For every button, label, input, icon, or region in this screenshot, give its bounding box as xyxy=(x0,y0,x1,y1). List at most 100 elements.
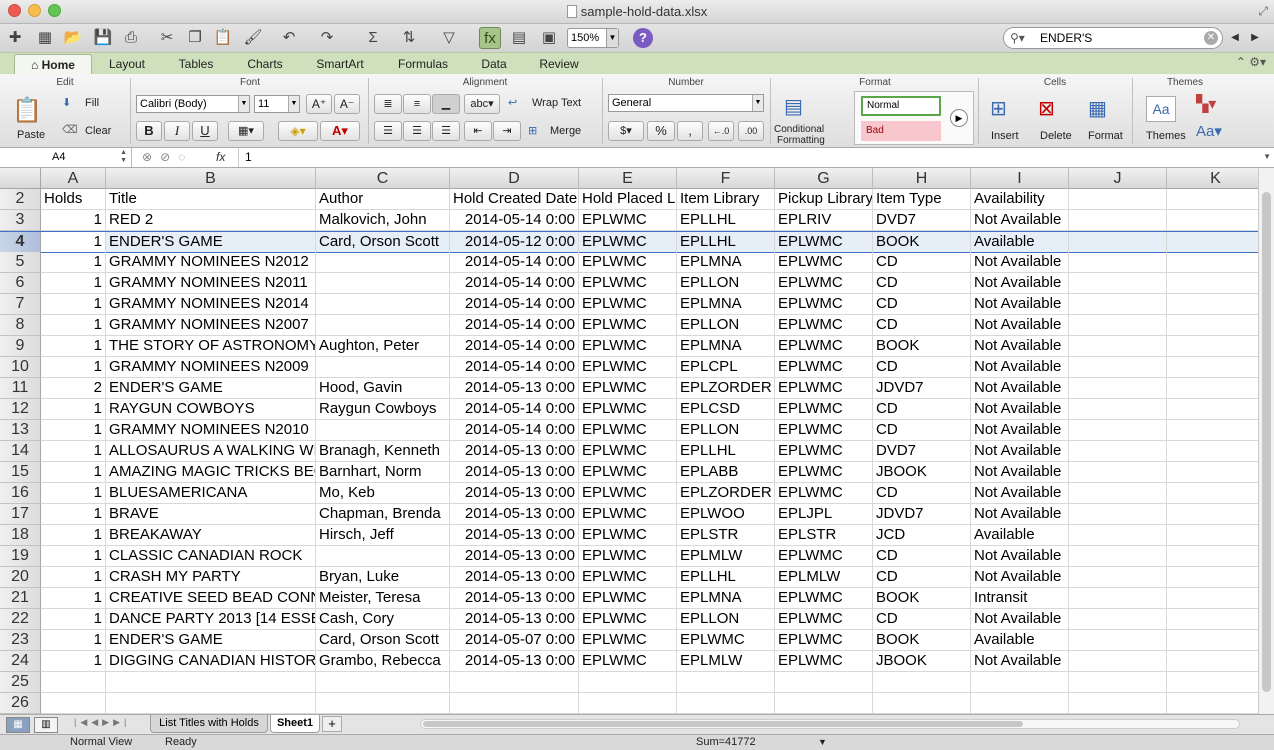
cell-k4[interactable] xyxy=(1167,232,1258,253)
cell-j24[interactable] xyxy=(1069,651,1167,672)
cell-e23[interactable]: EPLWMC xyxy=(579,630,677,651)
cell-i8[interactable]: Not Available xyxy=(971,315,1069,336)
cell-f8[interactable]: EPLLON xyxy=(677,315,775,336)
cell-a20[interactable]: 1 xyxy=(41,567,106,588)
cell-f18[interactable]: EPLSTR xyxy=(677,525,775,546)
cell-j9[interactable] xyxy=(1069,336,1167,357)
cell-a11[interactable]: 2 xyxy=(41,378,106,399)
cell-d2[interactable]: Hold Created Date xyxy=(450,189,579,210)
bold-button[interactable]: B xyxy=(136,121,162,141)
column-header-h[interactable]: H xyxy=(873,168,971,189)
tab-smartart[interactable]: SmartArt xyxy=(304,54,376,75)
theme-colors-icon[interactable]: ▚▾ xyxy=(1196,94,1216,114)
cell-b11[interactable]: ENDER'S GAME xyxy=(106,378,316,399)
cell-k16[interactable] xyxy=(1167,483,1258,504)
cell-e26[interactable] xyxy=(579,693,677,714)
print-icon[interactable]: ⎙ xyxy=(120,27,142,49)
undo-icon[interactable]: ↶ xyxy=(278,27,300,49)
cell-h11[interactable]: JDVD7 xyxy=(873,378,971,399)
increase-indent-button[interactable]: ⇥ xyxy=(493,121,521,141)
cell-k2[interactable] xyxy=(1167,189,1258,210)
cell-f6[interactable]: EPLLON xyxy=(677,273,775,294)
cell-d20[interactable]: 2014-05-13 0:00 xyxy=(450,567,579,588)
cell-g22[interactable]: EPLWMC xyxy=(775,609,873,630)
cell-d12[interactable]: 2014-05-14 0:00 xyxy=(450,399,579,420)
cell-e19[interactable]: EPLWMC xyxy=(579,546,677,567)
row-header[interactable]: 5 xyxy=(0,252,41,273)
cell-h14[interactable]: DVD7 xyxy=(873,441,971,462)
cell-c26[interactable] xyxy=(316,693,450,714)
cell-j21[interactable] xyxy=(1069,588,1167,609)
fullscreen-icon[interactable]: ⤢ xyxy=(1258,4,1268,19)
cell-j12[interactable] xyxy=(1069,399,1167,420)
cell-k17[interactable] xyxy=(1167,504,1258,525)
cell-b15[interactable]: AMAZING MAGIC TRICKS BEGI xyxy=(106,462,316,483)
scrollbar-thumb[interactable] xyxy=(1262,192,1271,692)
cell-i17[interactable]: Not Available xyxy=(971,504,1069,525)
cell-j19[interactable] xyxy=(1069,546,1167,567)
cell-f19[interactable]: EPLMLW xyxy=(677,546,775,567)
cell-j16[interactable] xyxy=(1069,483,1167,504)
cell-b5[interactable]: GRAMMY NOMINEES N2012 xyxy=(106,252,316,273)
cell-i18[interactable]: Available xyxy=(971,525,1069,546)
row-header[interactable]: 6 xyxy=(0,273,41,294)
media-browser-icon[interactable]: ▣ xyxy=(538,27,560,49)
cell-d7[interactable]: 2014-05-14 0:00 xyxy=(450,294,579,315)
column-header-j[interactable]: J xyxy=(1069,168,1167,189)
row-header[interactable]: 16 xyxy=(0,483,41,504)
fill-button[interactable]: Fill xyxy=(85,97,99,109)
cell-d4[interactable]: 2014-05-12 0:00 xyxy=(450,232,579,253)
cell-j10[interactable] xyxy=(1069,357,1167,378)
page-layout-view-button[interactable]: ▥ xyxy=(34,717,58,733)
cell-k5[interactable] xyxy=(1167,252,1258,273)
cell-j5[interactable] xyxy=(1069,252,1167,273)
cell-f22[interactable]: EPLLON xyxy=(677,609,775,630)
cell-a6[interactable]: 1 xyxy=(41,273,106,294)
cell-k26[interactable] xyxy=(1167,693,1258,714)
cell-a4[interactable]: 1 xyxy=(41,232,106,253)
cell-g17[interactable]: EPLJPL xyxy=(775,504,873,525)
cell-f11[interactable]: EPLZORDER xyxy=(677,378,775,399)
cell-c11[interactable]: Hood, Gavin xyxy=(316,378,450,399)
cell-j8[interactable] xyxy=(1069,315,1167,336)
cell-d9[interactable]: 2014-05-14 0:00 xyxy=(450,336,579,357)
cell-d8[interactable]: 2014-05-14 0:00 xyxy=(450,315,579,336)
chevron-down-icon[interactable]: ▼ xyxy=(818,735,827,750)
cell-g10[interactable]: EPLWMC xyxy=(775,357,873,378)
sheet-tab-list-titles[interactable]: List Titles with Holds xyxy=(150,715,268,733)
paste-clipboard-icon[interactable]: 📋 xyxy=(12,96,42,124)
clear-button[interactable]: Clear xyxy=(85,125,111,137)
row-header[interactable]: 17 xyxy=(0,504,41,525)
cell-a7[interactable]: 1 xyxy=(41,294,106,315)
formula-toggle-icon[interactable]: ◌ xyxy=(178,150,193,164)
cell-j17[interactable] xyxy=(1069,504,1167,525)
paste-icon[interactable]: 📋 xyxy=(212,27,234,49)
cell-h4[interactable]: BOOK xyxy=(873,232,971,253)
row-header[interactable]: 18 xyxy=(0,525,41,546)
cell-f23[interactable]: EPLWMC xyxy=(677,630,775,651)
delete-button[interactable]: Delete xyxy=(1040,130,1072,142)
cell-e5[interactable]: EPLWMC xyxy=(579,252,677,273)
cell-d5[interactable]: 2014-05-14 0:00 xyxy=(450,252,579,273)
cell-j18[interactable] xyxy=(1069,525,1167,546)
cell-h17[interactable]: JDVD7 xyxy=(873,504,971,525)
conditional-formatting-button-line2[interactable]: Formatting xyxy=(777,135,825,146)
cell-h26[interactable] xyxy=(873,693,971,714)
cell-e25[interactable] xyxy=(579,672,677,693)
font-color-button[interactable]: A▾ xyxy=(320,121,360,141)
cell-e14[interactable]: EPLWMC xyxy=(579,441,677,462)
filter-icon[interactable]: ▽ xyxy=(438,27,460,49)
row-header[interactable]: 11 xyxy=(0,378,41,399)
cell-c6[interactable] xyxy=(316,273,450,294)
cell-a12[interactable]: 1 xyxy=(41,399,106,420)
cell-c16[interactable]: Mo, Keb xyxy=(316,483,450,504)
cell-h7[interactable]: CD xyxy=(873,294,971,315)
cell-c2[interactable]: Author xyxy=(316,189,450,210)
cell-f21[interactable]: EPLMNA xyxy=(677,588,775,609)
cell-d15[interactable]: 2014-05-13 0:00 xyxy=(450,462,579,483)
align-top-button[interactable]: ≣ xyxy=(374,94,402,114)
column-header-g[interactable]: G xyxy=(775,168,873,189)
tab-data[interactable]: Data xyxy=(470,54,518,75)
cell-j14[interactable] xyxy=(1069,441,1167,462)
cell-h24[interactable]: JBOOK xyxy=(873,651,971,672)
